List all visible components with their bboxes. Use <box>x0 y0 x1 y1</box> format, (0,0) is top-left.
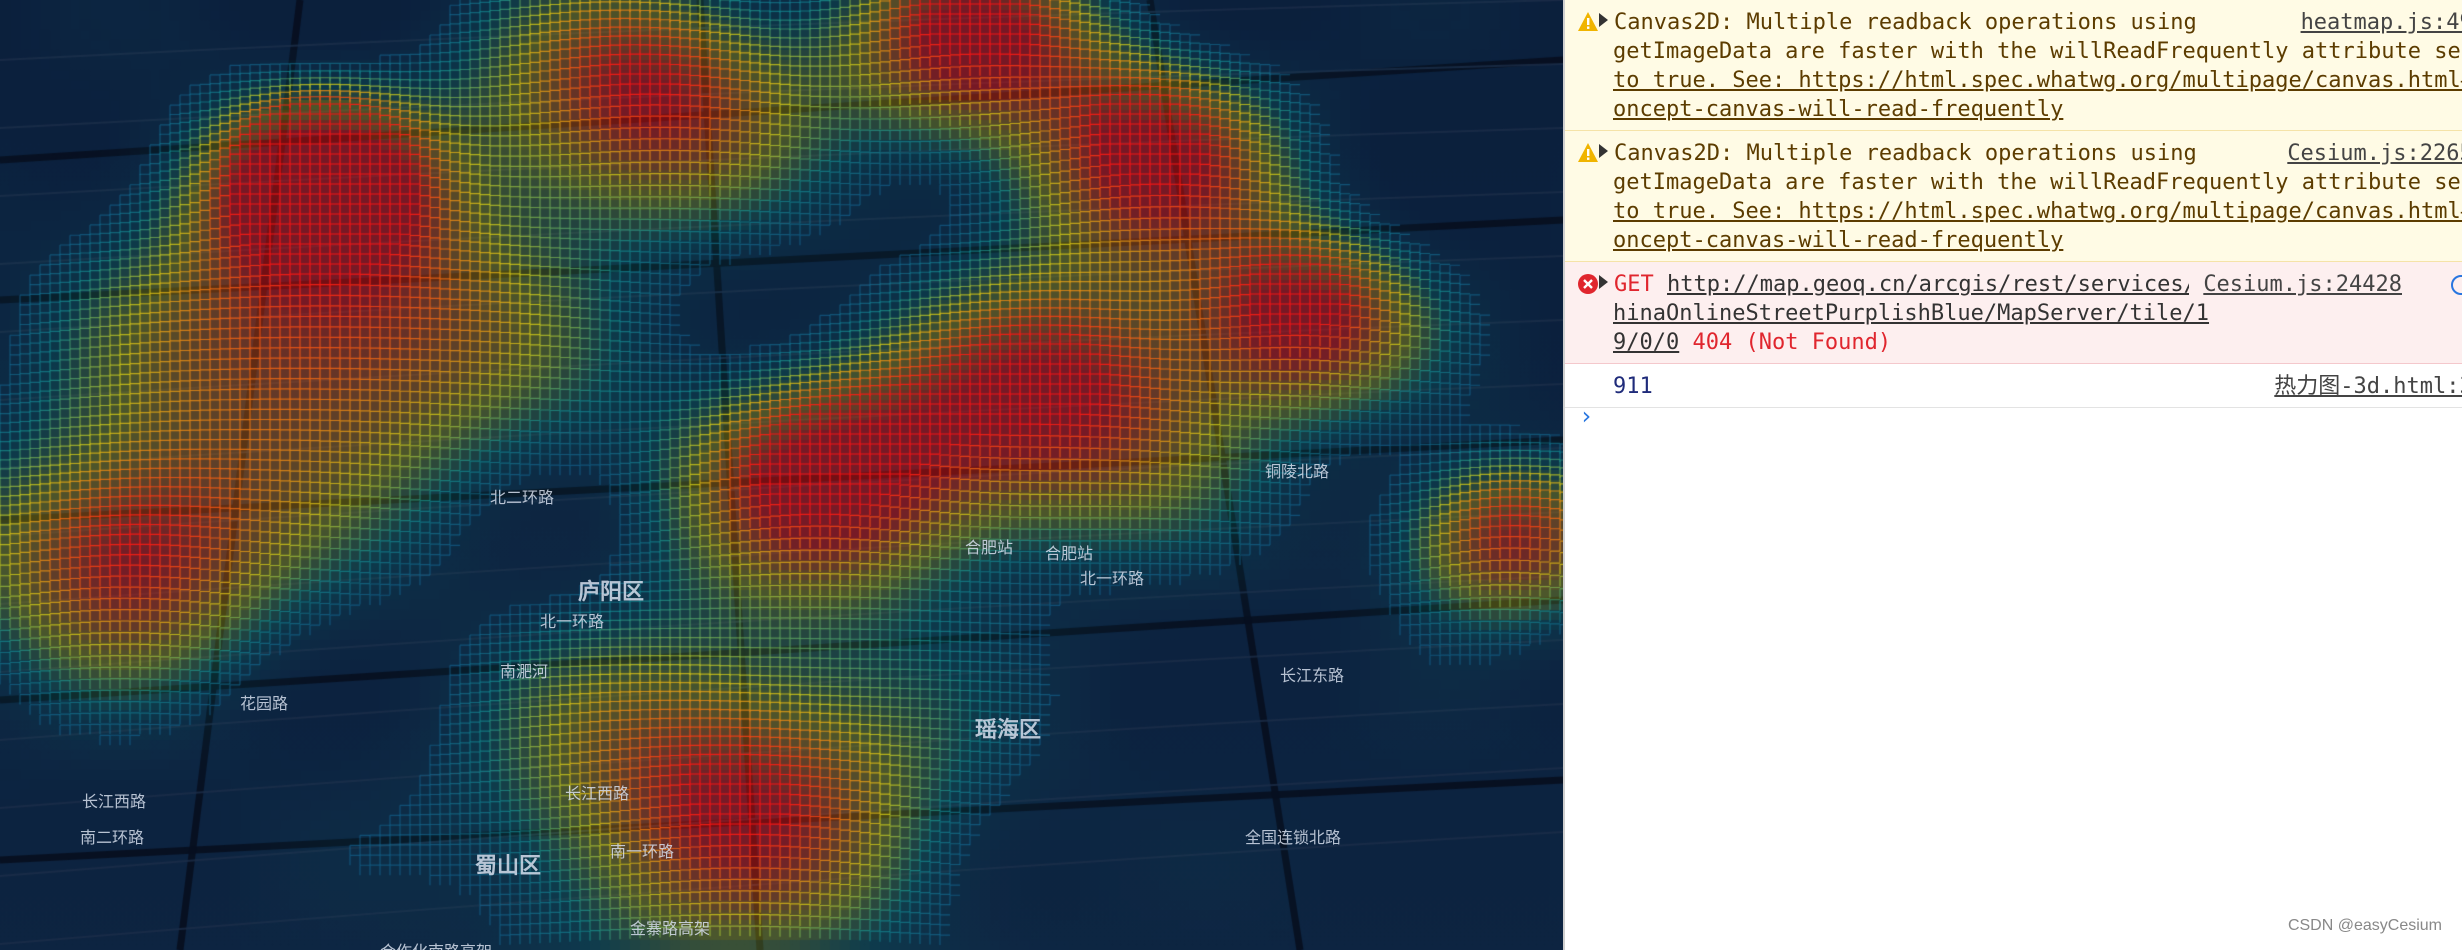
map-label: 南二环路 <box>80 828 145 847</box>
info-icon[interactable] <box>2450 274 2462 296</box>
map-label: 庐阳区 <box>578 580 645 605</box>
map-label: 铜陵北路 <box>1265 462 1330 481</box>
map-label: 北一环路 <box>540 612 605 631</box>
source-link[interactable]: heatmap.js:491 <box>2286 8 2462 37</box>
spec-link[interactable]: to true. See: https://html.spec.whatwg.o… <box>1613 197 2462 226</box>
request-url[interactable]: http://map.geoq.cn/arcgis/rest/services/… <box>1667 272 2210 297</box>
request-url-cont[interactable]: hinaOnlineStreetPurplishBlue/MapServer/t… <box>1613 299 2462 328</box>
chevron-right-icon[interactable]: › <box>1579 402 1593 431</box>
map-label: 合肥站 <box>1045 544 1094 563</box>
source-link[interactable]: 热力图-3d.html:38 <box>2260 372 2462 401</box>
map-label: 花园路 <box>240 694 289 713</box>
map-label: 金寨路高架 <box>630 919 711 938</box>
devtools-console: Canvas2D: Multiple readback operations u… <box>1565 0 2462 950</box>
console-warning: Canvas2D: Multiple readback operations u… <box>1565 131 2462 262</box>
error-icon <box>1578 274 1598 294</box>
warning-icon <box>1578 143 1598 162</box>
source-link[interactable]: Cesium.js:24428 <box>2189 270 2402 299</box>
source-link[interactable]: Cesium.js:22659 <box>2273 139 2462 168</box>
map-label: 北一环路 <box>1080 569 1145 588</box>
console-error: GET http://map.geoq.cn/arcgis/rest/servi… <box>1565 262 2462 364</box>
warning-icon <box>1578 12 1598 31</box>
map-label: 长江西路 <box>82 792 147 811</box>
expand-arrow-icon[interactable] <box>1599 13 1608 27</box>
map-label: 蜀山区 <box>475 854 542 879</box>
map-label: 长江东路 <box>1280 666 1345 685</box>
console-warning: Canvas2D: Multiple readback operations u… <box>1565 0 2462 131</box>
cesium-viewer[interactable]: 北二环路 庐阳区 北一环路 南淝河 长江西路 蜀山区 南一环路 瑶海区 合肥站 合肥站 长江东路 全国… <box>0 0 1563 950</box>
map-label: 南一环路 <box>610 842 675 861</box>
map-label: 合作化南路高架 <box>380 938 492 950</box>
map-label: 长江西路 <box>565 784 630 803</box>
spec-link-cont[interactable]: oncept-canvas-will-read-frequently <box>1613 226 2462 255</box>
map-label: 瑶海区 <box>975 718 1042 743</box>
expand-arrow-icon[interactable] <box>1599 275 1608 289</box>
status-text: 404 (Not Found) <box>1692 330 1892 355</box>
map-label: 合肥站 <box>965 538 1014 557</box>
map-label: 南淝河 <box>500 662 549 681</box>
warning-text-line: getImageData are faster with the willRea… <box>1613 170 2462 195</box>
warning-text-line: getImageData are faster with the willRea… <box>1613 39 2462 64</box>
spec-link-cont[interactable]: oncept-canvas-will-read-frequently <box>1613 95 2462 124</box>
map-label: 全国连锁北路 <box>1245 828 1342 847</box>
spec-link[interactable]: to true. See: https://html.spec.whatwg.o… <box>1613 66 2462 95</box>
watermark: CSDN @easyCesium <box>2287 917 2442 934</box>
request-url-cont[interactable]: 9/0/0 <box>1613 330 1679 355</box>
expand-arrow-icon[interactable] <box>1599 144 1608 158</box>
console-log: 911 热力图-3d.html:38 <box>1565 364 2462 408</box>
map-label: 北二环路 <box>490 488 555 507</box>
